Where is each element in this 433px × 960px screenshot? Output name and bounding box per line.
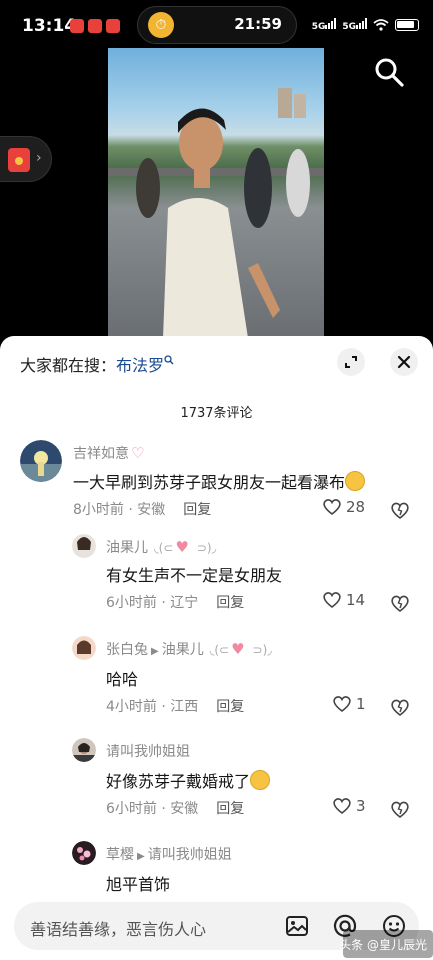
watermark: 头条 @皇儿辰光 xyxy=(339,938,427,952)
comment-meta: 8小时前 · 安徽 回复 xyxy=(73,502,212,518)
username[interactable]: 吉祥如意 ♡ xyxy=(73,443,146,463)
heart-emoji-icon: ♥ xyxy=(175,538,189,556)
decoration-icon: ⊃)◞ xyxy=(196,541,217,555)
comments-sheet: 大家都在搜：布法罗 1737条评论 吉祥如意 ♡ 一大早刷到苏芽子跟女朋友一起看瀑… xyxy=(0,336,433,960)
comment-text: 一大早刷到苏芽子跟女朋友一起看瀑布 xyxy=(73,469,366,493)
search-icon xyxy=(164,355,174,365)
comment-text: 哈哈 xyxy=(106,670,139,689)
heart-emoji-icon: ♡ xyxy=(131,444,145,462)
like-count: 28 xyxy=(346,498,366,516)
video-frame[interactable] xyxy=(108,48,324,338)
username[interactable]: 油果儿 ◟(⊂ ♥ ⊃)◞ xyxy=(106,537,216,557)
red-packet-tab[interactable]: › xyxy=(0,136,52,182)
app-icon xyxy=(106,19,120,33)
like-button[interactable]: 3 xyxy=(332,797,366,815)
expand-icon xyxy=(345,356,357,368)
decoration-icon: ◟(⊂ xyxy=(209,643,230,657)
red-envelope-icon xyxy=(8,148,30,172)
like-count: 3 xyxy=(356,797,366,815)
comment-meta: 6小时前 · 辽宁 回复 xyxy=(106,595,245,611)
avatar[interactable] xyxy=(72,738,96,762)
island-time: 21:59 xyxy=(234,15,282,33)
expand-button[interactable] xyxy=(337,348,365,376)
reply-arrow-icon: ▶ xyxy=(151,646,159,657)
comment-count: 1737条评论 xyxy=(180,406,253,421)
status-time: 13:14 xyxy=(22,16,77,36)
comment-input[interactable]: 善语结善缘，恶言伤人心 xyxy=(30,916,206,940)
comment-text: 好像苏芽子戴婚戒了 xyxy=(106,768,271,792)
reply-button[interactable]: 回复 xyxy=(216,801,244,817)
avatar[interactable] xyxy=(72,841,96,865)
grinning-emoji-icon xyxy=(250,770,271,790)
username[interactable]: 请叫我帅姐姐 xyxy=(106,741,190,761)
network-label: 5G xyxy=(342,22,356,32)
decoration-icon: ◟(⊂ xyxy=(154,541,174,555)
close-button[interactable] xyxy=(390,348,418,376)
laughing-emoji-icon xyxy=(345,471,366,491)
close-icon xyxy=(397,355,411,369)
like-button[interactable]: 1 xyxy=(332,695,366,713)
video-content xyxy=(108,88,324,338)
like-button[interactable]: 14 xyxy=(322,591,365,609)
timer-icon: ⏱ xyxy=(148,12,174,38)
heart-emoji-icon: ♥ xyxy=(231,640,245,658)
wifi-icon xyxy=(373,19,389,31)
like-count: 1 xyxy=(356,695,366,713)
dislike-icon[interactable] xyxy=(389,798,411,820)
username[interactable]: 张白兔 ▶ 油果儿 ◟(⊂ ♥ ⊃)◞ xyxy=(106,639,272,659)
heart-icon xyxy=(323,592,341,609)
trending-term[interactable]: 布法罗 xyxy=(116,356,164,375)
chevron-right-icon: › xyxy=(36,150,42,166)
reply-button[interactable]: 回复 xyxy=(183,502,211,518)
like-count: 14 xyxy=(346,591,366,609)
dislike-icon[interactable] xyxy=(389,499,411,521)
reply-button[interactable]: 回复 xyxy=(216,595,244,611)
search-icon[interactable] xyxy=(373,56,405,88)
reply-arrow-icon: ▶ xyxy=(137,851,145,862)
image-icon[interactable] xyxy=(284,913,310,939)
signal-icon: 5G xyxy=(312,18,337,32)
signal-icon: 5G xyxy=(342,18,367,32)
heart-icon xyxy=(333,696,351,713)
network-label: 5G xyxy=(311,22,326,32)
notification-icons xyxy=(70,19,120,33)
heart-icon xyxy=(323,499,341,516)
battery-icon xyxy=(395,19,419,31)
avatar[interactable] xyxy=(72,534,96,558)
dynamic-island[interactable]: ⏱ 21:59 xyxy=(137,6,297,44)
comment-text: 有女生声不一定是女朋友 xyxy=(106,566,283,585)
like-button[interactable]: 28 xyxy=(322,498,365,516)
trending-search[interactable]: 大家都在搜：布法罗 xyxy=(20,352,174,376)
app-icon xyxy=(88,19,102,33)
trending-prefix: 大家都在搜： xyxy=(20,356,117,375)
comment-meta: 4小时前 · 江西 回复 xyxy=(106,699,245,715)
dislike-icon[interactable] xyxy=(389,592,411,614)
username[interactable]: 草樱 ▶ 请叫我帅姐姐 xyxy=(106,844,232,864)
comment-meta: 6小时前 · 安徽 回复 xyxy=(106,801,245,817)
comment-text: 旭平首饰 xyxy=(106,875,171,894)
heart-icon xyxy=(333,798,351,815)
douyin-icon xyxy=(70,19,84,33)
decoration-icon: ⊃)◞ xyxy=(252,643,272,657)
system-icons: 5G 5G xyxy=(312,18,419,32)
status-bar: 13:14 ⏱ 21:59 5G 5G xyxy=(0,0,433,48)
dislike-icon[interactable] xyxy=(389,696,411,718)
video-player[interactable]: › xyxy=(0,48,433,338)
avatar[interactable] xyxy=(20,440,62,482)
reply-button[interactable]: 回复 xyxy=(216,699,244,715)
avatar[interactable] xyxy=(72,636,96,660)
